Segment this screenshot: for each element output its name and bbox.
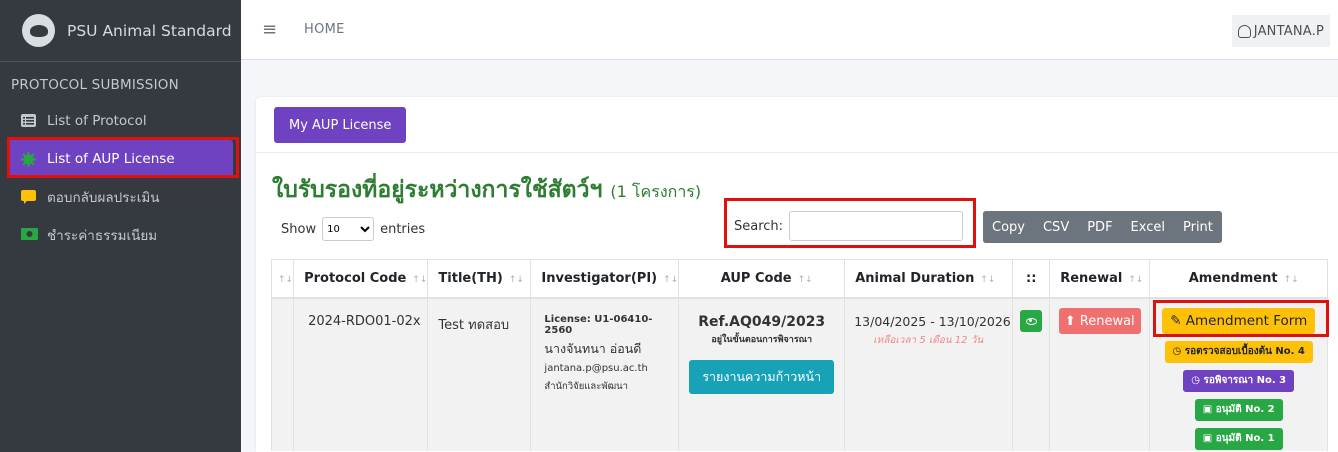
view-cell — [1012, 297, 1051, 451]
entries-length-control: Show 10 entries — [281, 217, 425, 241]
brand[interactable]: PSU Animal Standard — [0, 0, 241, 62]
content-card: My AUP License ใบรับรองที่อยู่ระหว่างการ… — [256, 97, 1338, 452]
brand-logo-icon — [22, 14, 55, 47]
aup-status: อยู่ในขั้นตอนการพิจารณา — [711, 334, 813, 345]
sidebar-item-label: ชำระค่าธรรมเนียม — [47, 228, 158, 244]
page-title-text: ใบรับรองที่อยู่ระหว่างการใช้สัตว์ฯ — [272, 177, 603, 203]
highlight-box-amendment — [1153, 300, 1329, 337]
entries-select[interactable]: 10 — [322, 217, 375, 241]
upload-icon: ⬆ — [1064, 313, 1076, 329]
column-header-investigator[interactable]: Investigator(PI) ↑↓ — [530, 259, 680, 299]
license-number: License: U1-06410-2560 — [544, 313, 653, 336]
sort-icon: ↑↓ — [508, 274, 524, 285]
nav-header: PROTOCOL SUBMISSION — [11, 77, 179, 93]
status-badge[interactable]: ▣ อนุมัติ No. 1 — [1194, 427, 1283, 450]
eye-icon[interactable] — [1020, 310, 1043, 332]
column-header-amendment[interactable]: Amendment ↑↓ — [1149, 259, 1329, 299]
topbar: ≡ HOME JANTANA.P — [241, 0, 1338, 60]
sidebar-item-label: ตอบกลับผลประเมิน — [47, 190, 160, 206]
sidebar: PSU Animal Standard PROTOCOL SUBMISSION … — [0, 0, 241, 452]
row-control-cell — [270, 297, 295, 451]
renewal-button[interactable]: ⬆ Renewal — [1058, 308, 1141, 334]
calendar-check-icon: ▣ — [1202, 432, 1213, 444]
sidebar-item-label: List of Protocol — [47, 113, 147, 129]
calendar-check-icon: ▣ — [1202, 403, 1213, 415]
money-icon — [21, 228, 38, 242]
copy-button[interactable]: Copy — [983, 211, 1034, 243]
title-th-cell: Test ทดสอบ — [427, 297, 532, 451]
user-name: JANTANA.P — [1253, 23, 1324, 39]
page-title: ใบรับรองที่อยู่ระหว่างการใช้สัตว์ฯ (1 โค… — [272, 172, 701, 208]
duration-range: 13/04/2025 - 13/10/2026 — [854, 313, 1011, 329]
column-header-control: ↑↓ — [270, 259, 295, 299]
user-icon — [1237, 24, 1251, 38]
status-badge[interactable]: ◷ รอพิจารณา No. 3 — [1183, 369, 1295, 392]
excel-button[interactable]: Excel — [1121, 211, 1174, 243]
comment-icon — [21, 190, 38, 204]
card-header: My AUP License — [256, 97, 1338, 153]
status-badge[interactable]: ▣ อนุมัติ No. 2 — [1194, 398, 1283, 421]
animal-duration-cell: 13/04/2025 - 13/10/2026 เหลือเวลา 5 เดือ… — [844, 297, 1014, 451]
csv-button[interactable]: CSV — [1033, 211, 1079, 243]
home-link[interactable]: HOME — [304, 22, 345, 37]
remaining-time: เหลือเวลา 5 เดือน 12 วัน — [873, 334, 984, 346]
sidebar-item-fee-payment[interactable]: ชำระค่าธรรมเนียม — [8, 216, 233, 254]
clock-icon: ◷ — [1191, 374, 1200, 386]
entries-label: entries — [380, 221, 426, 237]
pi-email: jantana.p@psu.ac.th — [544, 362, 648, 374]
column-header-aup-code[interactable]: AUP Code ↑↓ — [678, 259, 846, 299]
sort-icon: ↑↓ — [663, 274, 679, 285]
menu-icon[interactable]: ≡ — [262, 19, 278, 40]
print-button[interactable]: Print — [1173, 211, 1222, 243]
sort-icon: ↑↓ — [412, 274, 428, 285]
sort-icon: ↑↓ — [980, 274, 996, 285]
column-header-title-th[interactable]: Title(TH) ↑↓ — [427, 259, 532, 299]
page-title-count: (1 โครงการ) — [610, 182, 702, 201]
pi-department: สำนักวิจัยและพัฒนา — [544, 380, 628, 392]
list-icon — [21, 114, 38, 128]
sidebar-item-assessment-reply[interactable]: ตอบกลับผลประเมิน — [8, 178, 233, 216]
brand-name: PSU Animal Standard — [67, 21, 232, 40]
renewal-cell: ⬆ Renewal — [1049, 297, 1151, 451]
highlight-box-sidebar — [7, 137, 239, 178]
investigator-cell: License: U1-06410-2560 นางจันทนา อ่อนดี … — [530, 297, 680, 451]
aup-license-table: ↑↓ Protocol Code ↑↓ Title(TH) ↑↓ Investiga… — [270, 259, 1329, 451]
show-label: Show — [281, 221, 317, 237]
pi-name: นางจันทนา อ่อนดี — [544, 340, 642, 356]
pdf-button[interactable]: PDF — [1078, 211, 1122, 243]
user-menu[interactable]: JANTANA.P — [1231, 15, 1330, 47]
column-header-view: :: — [1012, 259, 1051, 299]
protocol-code-cell: 2024-RDO01-02x — [293, 297, 429, 451]
export-buttons: Copy CSV PDF Excel Print — [983, 211, 1222, 243]
aup-code: Ref.AQ049/2023 — [698, 313, 826, 330]
aup-code-cell: Ref.AQ049/2023 อยู่ในขั้นตอนการพิจารณา ร… — [678, 297, 846, 451]
status-badge[interactable]: ◷ รอตรวจสอบเบื้องต้น No. 4 — [1164, 340, 1313, 363]
column-header-protocol-code[interactable]: Protocol Code ↑↓ — [293, 259, 429, 299]
clock-icon: ◷ — [1172, 345, 1182, 357]
my-aup-license-button[interactable]: My AUP License — [274, 107, 407, 143]
sort-icon: ↑↓ — [1128, 274, 1144, 285]
sort-icon: ↑↓ — [797, 274, 813, 285]
sort-icon: ↑↓ — [1283, 274, 1299, 285]
table-header-row: ↑↓ Protocol Code ↑↓ Title(TH) ↑↓ Investiga… — [270, 259, 1329, 299]
highlight-box-search — [724, 198, 976, 248]
column-header-renewal[interactable]: Renewal ↑↓ — [1049, 259, 1151, 299]
progress-report-button[interactable]: รายงานความก้าวหน้า — [689, 359, 835, 394]
column-header-animal-duration[interactable]: Animal Duration ↑↓ — [844, 259, 1014, 299]
sidebar-item-list-of-protocol[interactable]: List of Protocol — [8, 102, 233, 140]
